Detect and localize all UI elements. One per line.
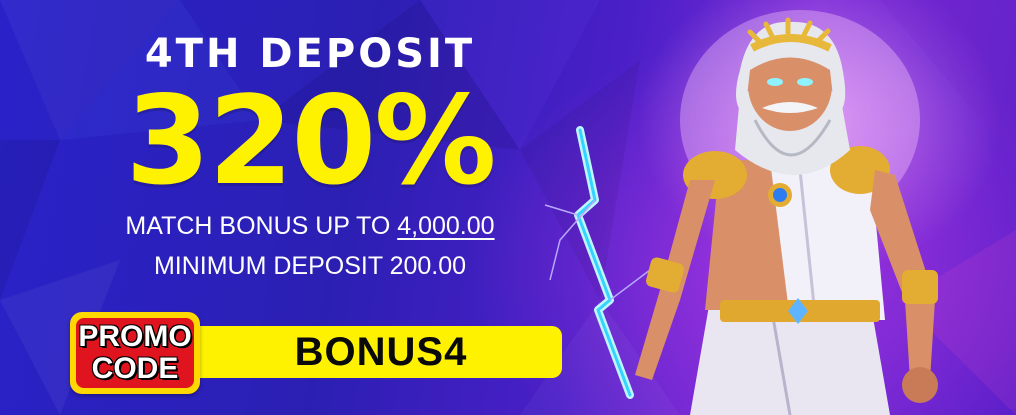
promo-code-row: BONUS4 PROMO CODE — [70, 312, 562, 394]
zeus-illustration-icon — [544, 10, 938, 415]
promo-code-field[interactable]: BONUS4 — [170, 326, 562, 378]
match-bonus-prefix: MATCH BONUS UP TO — [125, 212, 391, 240]
match-bonus-amount: 4,000.00 — [397, 212, 495, 240]
promo-code-value[interactable]: BONUS4 — [295, 330, 468, 375]
promo-code-badge: PROMO CODE — [70, 312, 200, 394]
promo-banner: 4TH DEPOSIT 320% MATCH BONUS UP TO 4,000… — [0, 0, 1016, 415]
match-bonus-line: MATCH BONUS UP TO 4,000.00 — [40, 206, 580, 246]
offer-text: 4TH DEPOSIT 320% MATCH BONUS UP TO 4,000… — [40, 22, 580, 286]
promo-code-badge-inner: PROMO CODE — [76, 318, 194, 388]
promo-badge-line2: CODE — [91, 352, 179, 385]
minimum-deposit-line: MINIMUM DEPOSIT 200.00 — [153, 252, 467, 280]
promo-badge-line1: PROMO — [78, 320, 192, 353]
bonus-percent: 320% — [125, 70, 497, 212]
